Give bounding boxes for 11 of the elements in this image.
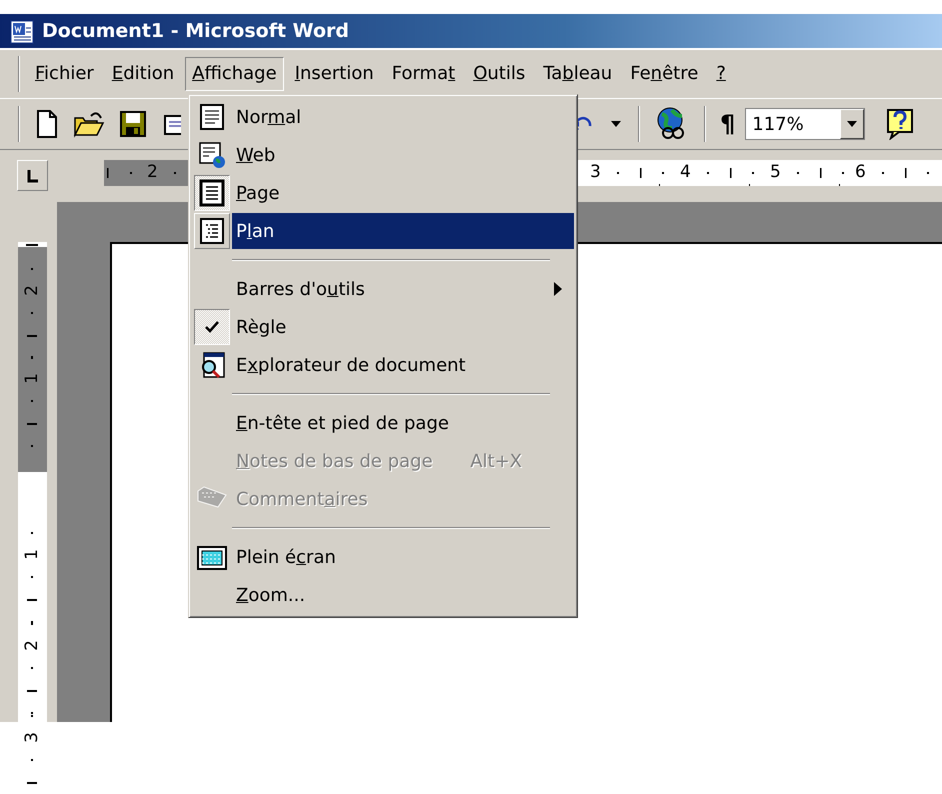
ruler-number: 3 bbox=[590, 164, 601, 181]
ruler-number: 2 bbox=[24, 285, 41, 296]
window-title: Document1 - Microsoft Word bbox=[42, 18, 349, 44]
ruler-number: 1 bbox=[24, 549, 41, 560]
ruler-number: 4 bbox=[680, 164, 691, 181]
ruler-number: 3 bbox=[24, 732, 41, 743]
ruler-number: 5 bbox=[770, 164, 781, 181]
ruler-number: 6 bbox=[855, 164, 866, 181]
ruler-number: 2 bbox=[24, 640, 41, 651]
ruler-number: 1 bbox=[24, 373, 41, 384]
ruler-number: 2 bbox=[147, 164, 158, 181]
